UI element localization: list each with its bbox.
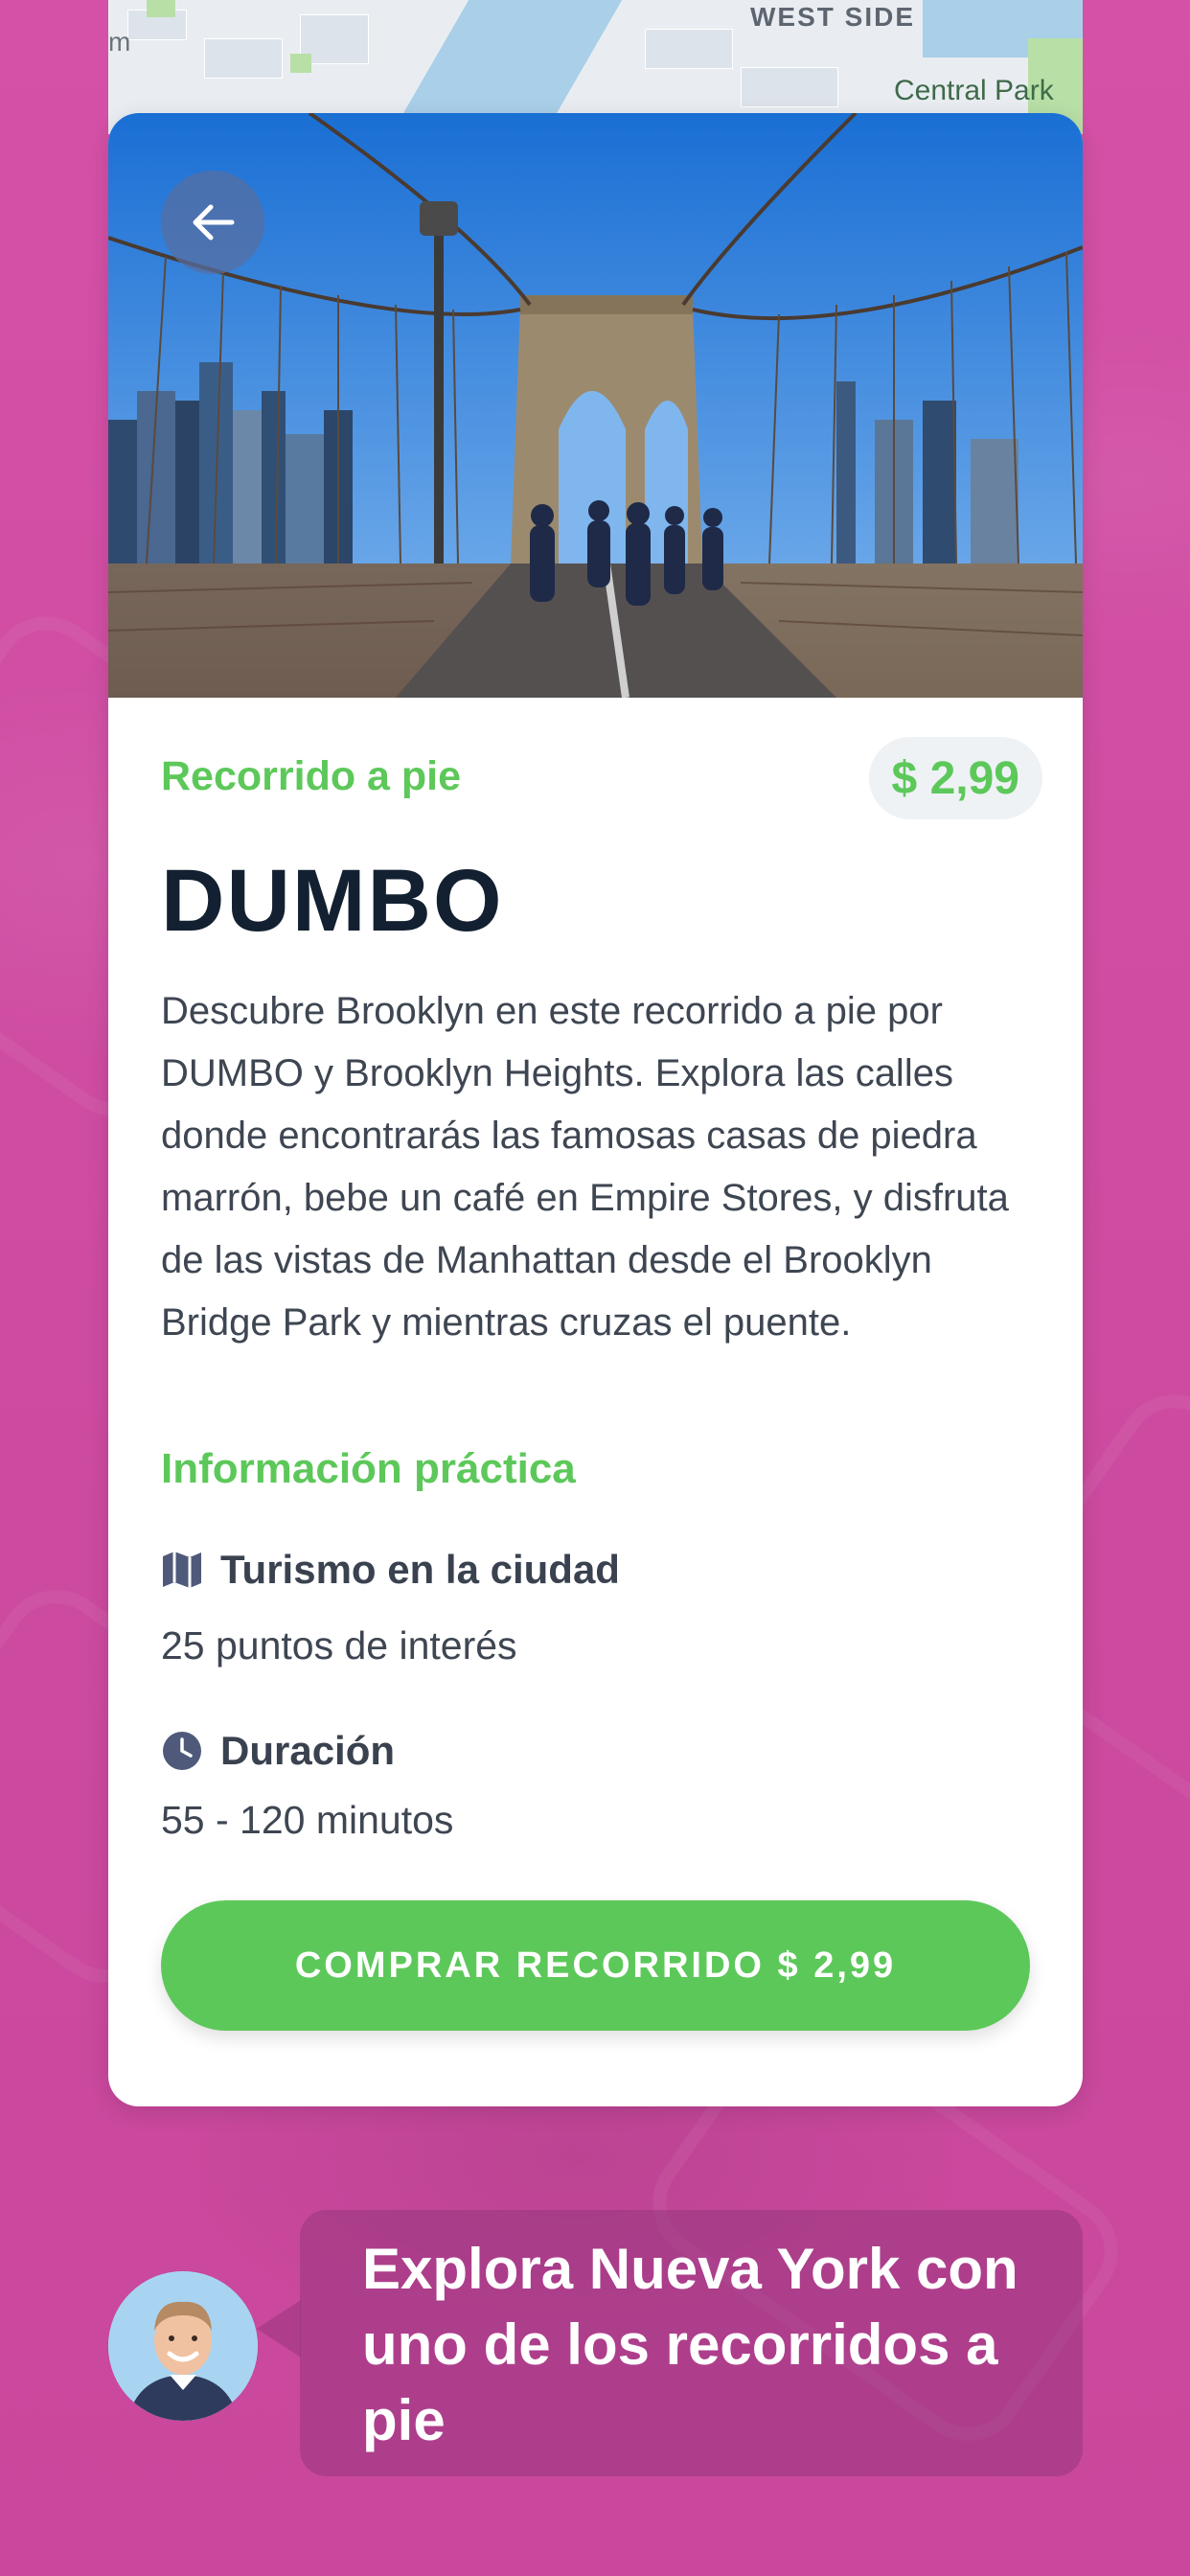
info-label: Turismo en la ciudad — [220, 1547, 620, 1592]
avatar — [108, 2271, 258, 2421]
back-button[interactable] — [161, 171, 264, 274]
promo-text: Explora Nueva York con uno de los recorr… — [362, 2237, 1018, 2452]
map-park — [290, 54, 311, 73]
clock-icon — [161, 1730, 203, 1772]
map-label-central-park: Central Park — [894, 75, 1054, 106]
tour-title: DUMBO — [161, 852, 504, 950]
map-label-west-side: WEST SIDE — [750, 2, 916, 32]
buy-tour-button[interactable]: COMPRAR RECORRIDO $ 2,99 — [161, 1900, 1030, 2031]
tour-category: Recorrido a pie — [161, 753, 462, 799]
map-block — [204, 38, 283, 79]
info-value-duration: 55 - 120 minutos — [161, 1798, 454, 1842]
map-label: m — [108, 27, 131, 57]
map-park — [147, 0, 175, 17]
price-badge: $ 2,99 — [868, 737, 1042, 819]
tour-hero-image — [108, 113, 1083, 698]
map-block — [645, 29, 733, 69]
map-block — [741, 67, 838, 107]
info-row-duration: Duración — [161, 1728, 395, 1774]
info-label: Duración — [220, 1728, 396, 1773]
map-icon — [161, 1549, 203, 1591]
arrow-left-icon — [186, 196, 240, 249]
tour-description: Descubre Brooklyn en este recorrido a pi… — [161, 990, 1009, 1344]
info-value-points: 25 puntos de interés — [161, 1623, 517, 1668]
practical-info-title: Información práctica — [161, 1445, 576, 1492]
info-row-city-tourism: Turismo en la ciudad — [161, 1547, 620, 1593]
tour-card: Recorrido a pie $ 2,99 DUMBO Descubre Br… — [108, 113, 1083, 2106]
speech-bubble-tail — [257, 2300, 301, 2358]
